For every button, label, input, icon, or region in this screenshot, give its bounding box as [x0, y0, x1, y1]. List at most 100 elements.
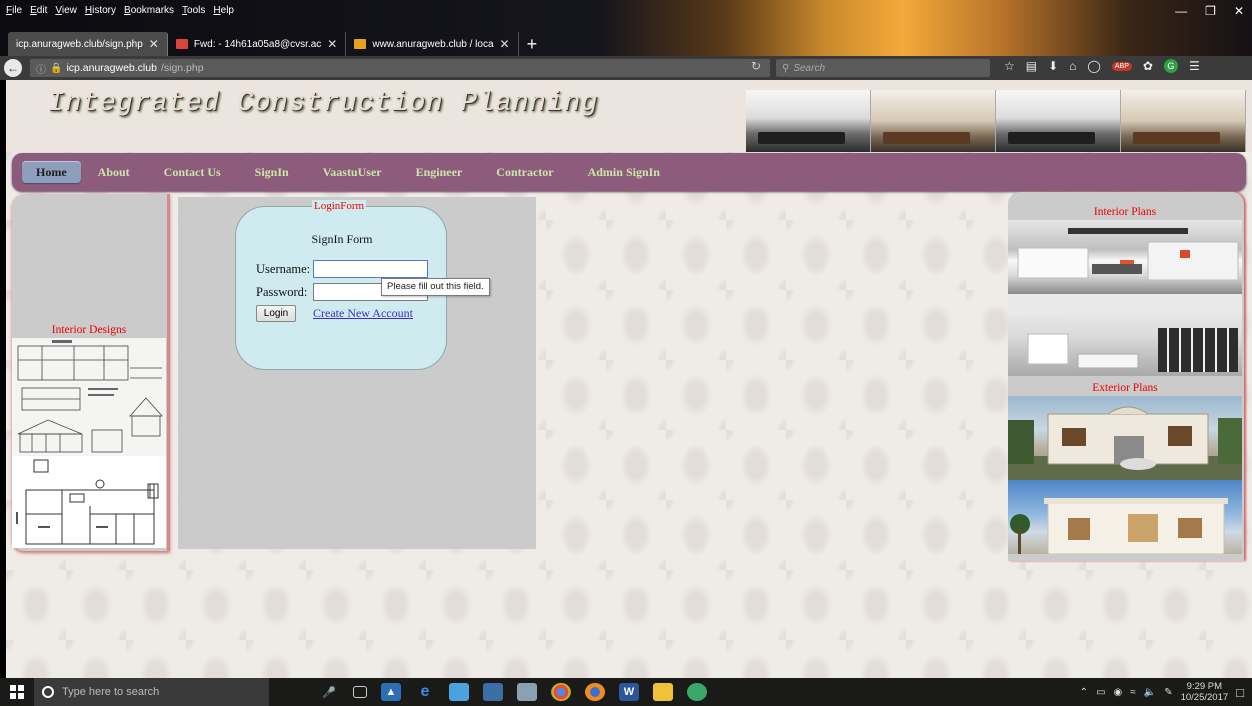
username-input[interactable] [313, 260, 428, 278]
nav-engineer[interactable]: Engineer [399, 161, 480, 183]
minimize-icon[interactable]: — [1175, 4, 1187, 18]
network-icon[interactable]: ◉ [1114, 687, 1123, 698]
tab-strip: icp.anuragweb.club/sign.php ✕ Fwd: - 14h… [8, 30, 545, 56]
nav-home[interactable]: Home [22, 161, 81, 183]
info-icon[interactable]: ⓘ [36, 61, 46, 76]
show-hidden-icons[interactable]: ⌃ [1080, 687, 1088, 698]
close-window-icon[interactable]: ✕ [1234, 4, 1244, 18]
tab-close-icon[interactable]: ✕ [327, 37, 337, 51]
chrome-icon[interactable] [551, 683, 571, 701]
back-arrow-icon[interactable]: ← [4, 59, 22, 77]
extension-icon[interactable]: ✿ [1143, 59, 1153, 73]
browser-titlebar: File Edit View History Bookmarks Tools H… [0, 0, 1252, 56]
nav-contact-us[interactable]: Contact Us [147, 161, 238, 183]
firefox-icon[interactable] [585, 683, 605, 701]
username-label: Username: [256, 262, 311, 276]
right-sidebar: Interior Plans Exterior Plans [1008, 192, 1244, 561]
menu-view[interactable]: View [55, 5, 77, 16]
windows-logo-icon [10, 685, 24, 699]
menu-bookmarks[interactable]: Bookmarks [124, 5, 174, 16]
login-button[interactable]: Login [256, 305, 296, 322]
grammarly-icon[interactable]: G [1163, 59, 1178, 73]
reading-list-icon[interactable]: ▤ [1026, 59, 1037, 73]
word-icon[interactable]: W [619, 683, 639, 701]
site-title: Integrated Construction Planning [48, 89, 599, 119]
content-area: LoginForm SignIn Form Username: Password… [178, 197, 536, 549]
clock[interactable]: 9:29 PM 10/25/2017 [1181, 681, 1229, 703]
taskbar-search-box[interactable]: Type here to search [34, 678, 269, 706]
interior-plans-label: Interior Plans [1093, 206, 1157, 218]
reload-icon[interactable]: ↻ [751, 59, 761, 73]
steam-icon[interactable] [483, 683, 503, 701]
volume-icon[interactable]: 🔈 [1144, 687, 1156, 698]
banner-photo-living-room [746, 90, 871, 152]
clock-time: 9:29 PM [1186, 681, 1223, 692]
nav-contractor[interactable]: Contractor [479, 161, 570, 183]
menu-help[interactable]: Help [213, 5, 234, 16]
pocket-icon[interactable]: ◯ [1087, 59, 1100, 73]
url-bar[interactable]: ⓘ 🔒 icp.anuragweb.club/sign.php [30, 59, 770, 77]
exterior-plans-label: Exterior Plans [1092, 382, 1158, 394]
browser-navbar: ← ⓘ 🔒 icp.anuragweb.club/sign.php ↻ ⚲ Se… [0, 56, 1252, 80]
left-sidebar: Interior Designs [12, 194, 170, 551]
menu-edit[interactable]: Edit [30, 5, 47, 16]
home-icon[interactable]: ⌂ [1069, 59, 1076, 73]
edge-browser-icon[interactable]: e [415, 683, 435, 701]
web-page: Integrated Construction Planning Home Ab… [6, 80, 1252, 678]
file-explorer-icon[interactable] [653, 683, 673, 701]
new-tab-button[interactable]: + [519, 32, 546, 56]
url-path: /sign.php [160, 62, 204, 74]
phpmyadmin-icon [354, 39, 367, 49]
nav-signin[interactable]: SignIn [238, 161, 306, 183]
menu-history[interactable]: History [85, 5, 116, 16]
browser-menubar: File Edit View History Bookmarks Tools H… [6, 5, 234, 16]
battery-icon[interactable]: ▭ [1096, 687, 1105, 698]
tab-fwd-mail[interactable]: Fwd: - 14h61a05a8@cvsr.ac ✕ [168, 32, 347, 56]
url-host: icp.anuragweb.club [66, 62, 157, 74]
tab-label: icp.anuragweb.club/sign.php [16, 38, 143, 50]
browser-search-placeholder: Search [793, 62, 826, 74]
tab-close-icon[interactable]: ✕ [149, 37, 159, 51]
clock-date: 10/25/2017 [1180, 692, 1229, 703]
hamburger-menu-icon[interactable]: ☰ [1189, 59, 1200, 73]
adblock-icon[interactable]: ABP [1111, 61, 1132, 71]
bookmark-star-icon[interactable]: ☆ [1004, 59, 1015, 73]
globe-app-icon[interactable] [687, 683, 707, 701]
nav-about[interactable]: About [81, 161, 147, 183]
browser-toolbar: ☆ ▤ ⬇ ⌂ ◯ ABP ✿ G ☰ [1004, 59, 1200, 73]
validation-tooltip: Please fill out this field. [381, 278, 490, 296]
site-header: Integrated Construction Planning [6, 80, 1252, 152]
tab-sign-php[interactable]: icp.anuragweb.club/sign.php ✕ [8, 32, 168, 56]
photos-app-icon[interactable] [449, 683, 469, 701]
taskbar-search-placeholder: Type here to search [62, 686, 160, 698]
maximize-icon[interactable]: ❐ [1205, 4, 1216, 18]
action-center-icon[interactable]: □ [1236, 685, 1244, 700]
menu-file[interactable]: File [6, 5, 22, 16]
tab-anuragweb[interactable]: www.anuragweb.club / loca ✕ [346, 32, 519, 56]
create-new-account-link[interactable]: Create New Account [313, 306, 413, 321]
download-icon[interactable]: ⬇ [1048, 59, 1058, 73]
start-button[interactable] [0, 678, 34, 706]
cortana-icon [42, 686, 54, 698]
menu-tools[interactable]: Tools [182, 5, 205, 16]
floor-plan-image [12, 456, 166, 548]
main-navigation: Home About Contact Us SignIn VaastuUser … [12, 153, 1246, 191]
exterior-plan-photo-house [1008, 480, 1242, 554]
wifi-icon[interactable]: ≈ [1130, 687, 1136, 698]
people-icon[interactable]: ▲ [381, 683, 401, 701]
tab-close-icon[interactable]: ✕ [500, 37, 510, 51]
browser-search-box[interactable]: ⚲ Search [776, 59, 990, 77]
nav-admin-signin[interactable]: Admin SignIn [571, 161, 677, 183]
banner-photo-hall [996, 90, 1121, 152]
paint-app-icon[interactable] [517, 683, 537, 701]
nav-vaastu-user[interactable]: VaastuUser [306, 161, 399, 183]
elevation-drawing-image [12, 338, 166, 456]
login-form-legend: LoginForm [312, 200, 367, 212]
exterior-plan-photo-villa [1008, 396, 1242, 480]
pen-icon[interactable]: ✎ [1164, 687, 1172, 698]
password-label: Password: [256, 285, 308, 299]
task-view-icon[interactable] [353, 686, 367, 698]
microphone-icon[interactable]: 🎤 [319, 683, 339, 701]
search-icon: ⚲ [782, 62, 790, 74]
tab-label: Fwd: - 14h61a05a8@cvsr.ac [193, 38, 322, 50]
